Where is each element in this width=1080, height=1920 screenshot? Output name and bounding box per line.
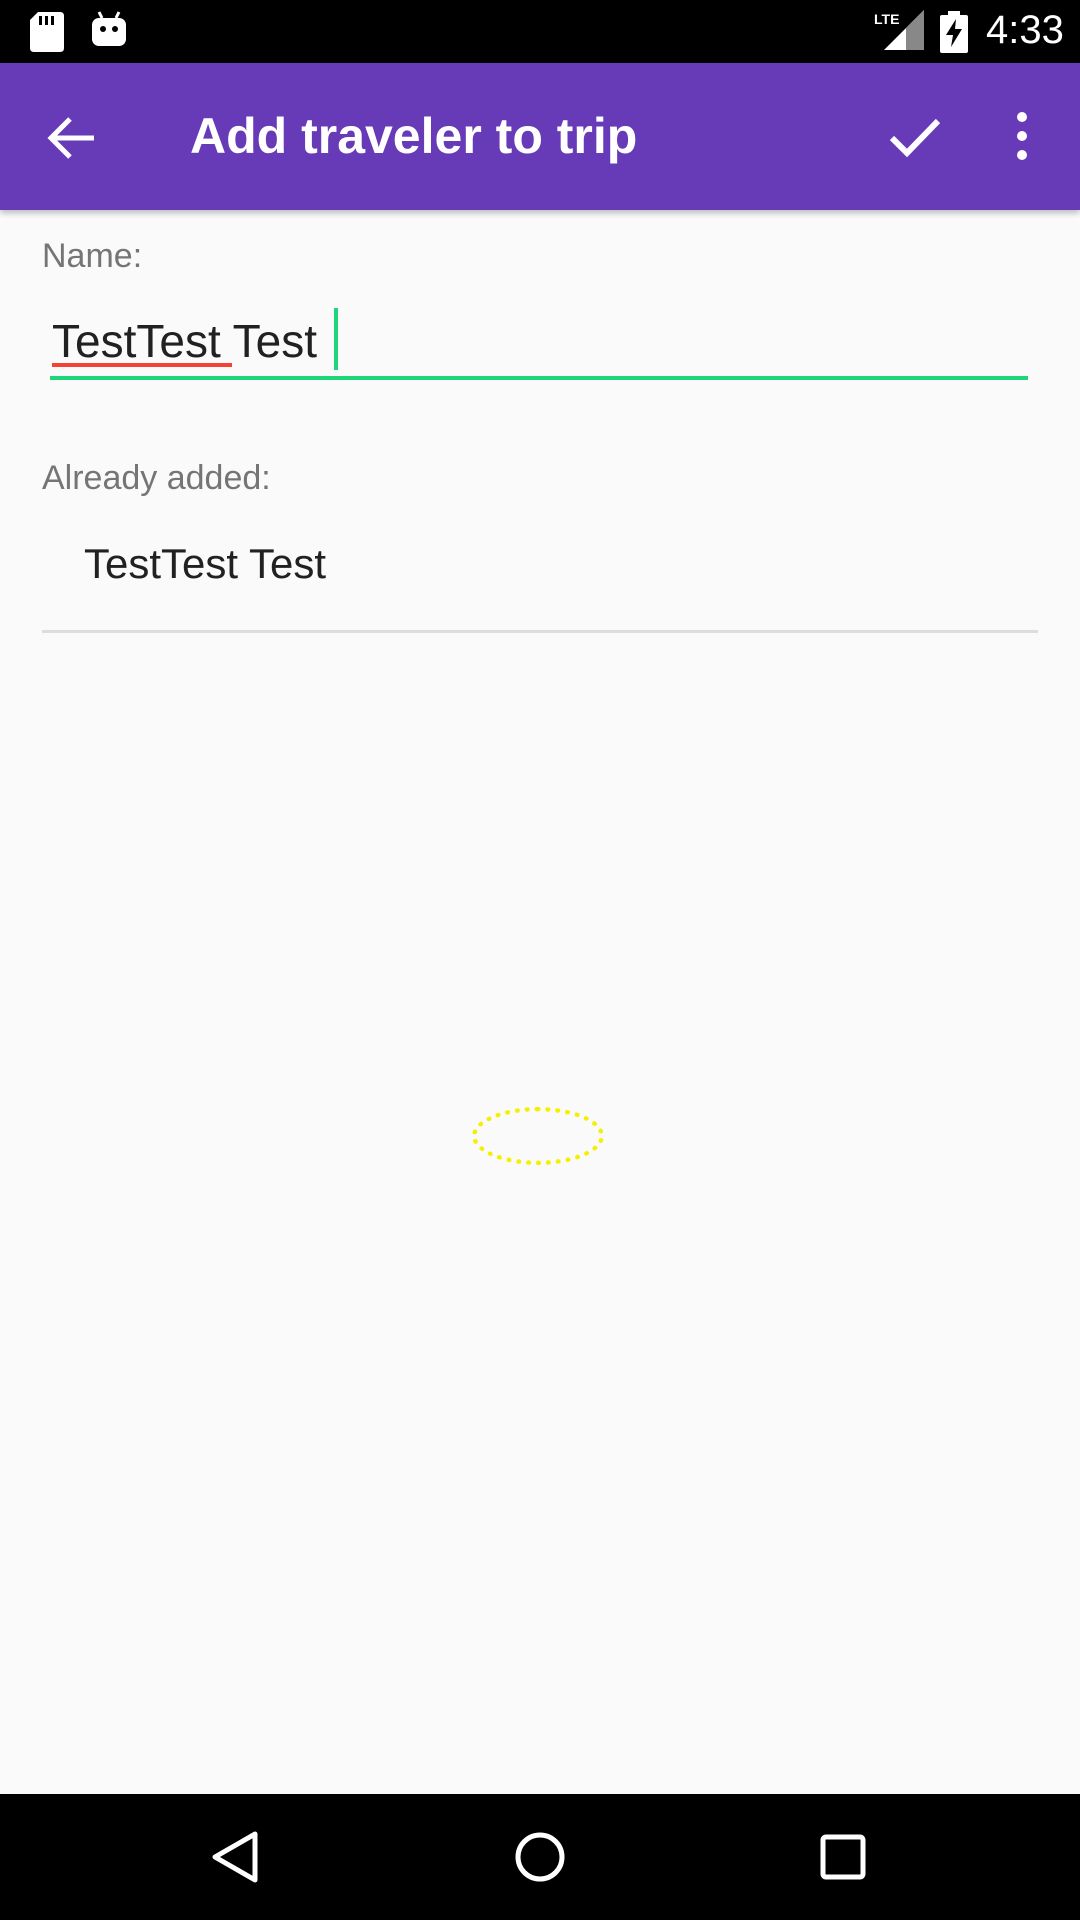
check-icon xyxy=(880,118,950,175)
battery-charging-icon xyxy=(940,11,968,58)
sd-card-icon xyxy=(30,12,64,57)
input-underline xyxy=(50,376,1028,380)
nav-recents-button[interactable] xyxy=(808,1822,878,1892)
lte-signal-icon: LTE xyxy=(874,10,924,57)
already-added-label: Already added: xyxy=(42,459,271,497)
android-icon xyxy=(92,10,126,55)
navigation-bar xyxy=(0,1794,1080,1920)
text-cursor xyxy=(334,308,338,370)
recents-square-icon xyxy=(808,1834,878,1896)
app-toolbar: Add traveler to trip xyxy=(0,63,1080,210)
name-label: Name: xyxy=(42,237,143,275)
status-clock: 4:33 xyxy=(986,8,1064,52)
back-triangle-icon xyxy=(200,1831,270,1896)
spellcheck-underline xyxy=(52,363,232,367)
nav-home-button[interactable] xyxy=(505,1822,575,1892)
back-button[interactable] xyxy=(36,103,106,173)
overflow-menu-button[interactable] xyxy=(1000,101,1044,171)
touch-indicator xyxy=(472,1107,604,1165)
toolbar-title: Add traveler to trip xyxy=(190,108,638,164)
confirm-button[interactable] xyxy=(880,101,950,171)
status-bar: LTE 4:33 xyxy=(0,0,1080,63)
name-input[interactable]: TestTest Test xyxy=(50,300,1028,382)
home-circle-icon xyxy=(505,1832,575,1896)
name-input-value[interactable]: TestTest Test xyxy=(52,314,317,368)
arrow-back-icon xyxy=(36,117,106,177)
svg-text:LTE: LTE xyxy=(874,11,899,27)
list-divider xyxy=(42,630,1038,633)
nav-back-button[interactable] xyxy=(200,1822,270,1892)
list-item[interactable]: TestTest Test xyxy=(84,540,326,588)
more-vert-icon xyxy=(1000,112,1044,175)
